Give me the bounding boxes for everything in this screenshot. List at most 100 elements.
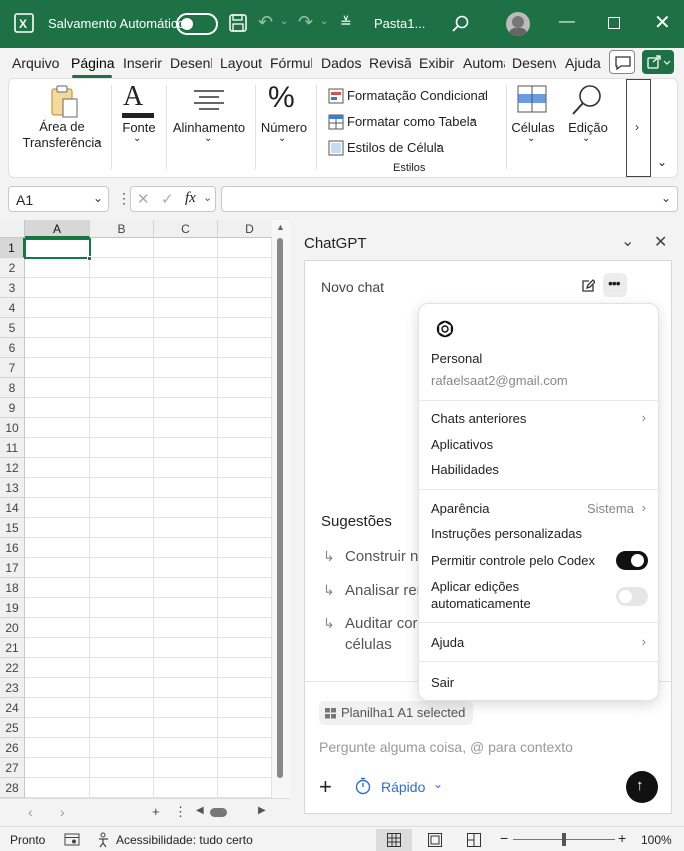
row-header[interactable]: 23: [0, 678, 25, 698]
accessibility-status[interactable]: Acessibilidade: tudo certo: [116, 833, 253, 847]
menu-item-custom-instructions[interactable]: Instruções personalizadas: [431, 526, 582, 541]
clipboard-chevron-icon[interactable]: ⌄: [95, 135, 103, 146]
suggestion-item[interactable]: Auditar cor: [345, 615, 418, 632]
mode-selector[interactable]: Rápido: [381, 779, 425, 795]
name-box[interactable]: A1 ⌄: [8, 186, 109, 212]
page-layout-icon[interactable]: [428, 833, 442, 847]
cancel-icon[interactable]: ✕: [137, 190, 150, 208]
zoom-out-icon[interactable]: −: [500, 830, 508, 846]
confirm-icon[interactable]: ✓: [161, 190, 174, 208]
row-header[interactable]: 18: [0, 578, 25, 598]
scroll-right-icon[interactable]: ▶: [258, 805, 266, 816]
comments-button[interactable]: [609, 50, 635, 74]
tab-desenvolvedor[interactable]: Desenv: [512, 55, 556, 71]
prev-sheet-icon[interactable]: ‹: [28, 804, 33, 820]
row-header[interactable]: 24: [0, 698, 25, 718]
share-button[interactable]: [642, 50, 674, 74]
worksheet-grid[interactable]: A B C D 1 2 3 4 5 6 7 8 9 10 11 12 13 14 15 16 17 18 19 20 2…: [0, 220, 290, 798]
formula-input[interactable]: ⌄: [221, 186, 678, 212]
zoom-level[interactable]: 100%: [641, 833, 672, 847]
more-options-icon[interactable]: ⋮: [117, 190, 131, 207]
mode-chevron-icon[interactable]: ⌄: [433, 777, 443, 791]
conditional-format-chevron-icon[interactable]: ⌄: [479, 87, 487, 98]
scroll-thumb[interactable]: [277, 238, 283, 778]
row-header[interactable]: 14: [0, 498, 25, 518]
add-sheet-icon[interactable]: +: [152, 804, 160, 819]
document-name[interactable]: Pasta1...: [374, 16, 425, 31]
row-header[interactable]: 25: [0, 718, 25, 738]
clipboard-label-1[interactable]: Área de: [17, 119, 107, 135]
row-header[interactable]: 21: [0, 638, 25, 658]
paste-icon[interactable]: [49, 85, 79, 119]
font-chevron-icon[interactable]: ⌄: [133, 133, 141, 144]
row-header[interactable]: 16: [0, 538, 25, 558]
row-header[interactable]: 28: [0, 778, 25, 798]
redo-icon[interactable]: ↷: [298, 12, 313, 33]
conditional-format-button[interactable]: Formatação Condicional: [347, 88, 488, 103]
cells-icon[interactable]: [517, 85, 547, 113]
number-chevron-icon[interactable]: ⌄: [278, 133, 286, 144]
fx-chevron-icon[interactable]: ⌄: [203, 191, 212, 204]
column-header[interactable]: A: [25, 220, 90, 238]
row-header[interactable]: 19: [0, 598, 25, 618]
undo-icon[interactable]: ↶: [258, 12, 273, 33]
tab-inserir[interactable]: Inserir: [123, 55, 163, 71]
row-header[interactable]: 6: [0, 338, 25, 358]
row-header[interactable]: 17: [0, 558, 25, 578]
horizontal-scroll-thumb[interactable]: [210, 808, 227, 817]
collapse-panel-icon[interactable]: ⌄: [621, 231, 634, 251]
next-sheet-icon[interactable]: ›: [60, 804, 65, 820]
scroll-up-icon[interactable]: ▲: [276, 222, 285, 232]
save-icon[interactable]: [229, 14, 247, 32]
insert-function-icon[interactable]: fx: [185, 190, 196, 207]
undo-dropdown-icon[interactable]: ⌄: [280, 16, 288, 27]
column-header[interactable]: B: [90, 220, 154, 238]
search-icon[interactable]: [452, 15, 470, 33]
chevron-down-icon[interactable]: ⌄: [93, 191, 103, 205]
tab-formulas[interactable]: Fórmul: [270, 55, 312, 71]
format-table-button[interactable]: Formatar como Tabela: [347, 114, 477, 129]
alignment-icon[interactable]: [193, 89, 225, 113]
normal-view-button[interactable]: [376, 829, 412, 851]
row-header[interactable]: 26: [0, 738, 25, 758]
row-header[interactable]: 15: [0, 518, 25, 538]
tab-exibir[interactable]: Exibir: [419, 55, 459, 71]
tab-pagina[interactable]: Página: [71, 55, 115, 71]
more-options-button[interactable]: •••: [603, 273, 627, 297]
tab-ajuda[interactable]: Ajuda: [565, 55, 605, 71]
menu-item-skills[interactable]: Habilidades: [431, 462, 499, 477]
column-header[interactable]: C: [154, 220, 218, 238]
tab-arquivo[interactable]: Arquivo: [12, 55, 64, 71]
ribbon-scroll-button[interactable]: ›: [626, 79, 651, 177]
select-all-corner[interactable]: [0, 220, 25, 238]
ribbon-collapse-icon[interactable]: ⌄: [657, 155, 667, 169]
menu-item-apps[interactable]: Aplicativos: [431, 437, 493, 452]
add-attachment-icon[interactable]: +: [319, 774, 332, 800]
row-header[interactable]: 3: [0, 278, 25, 298]
cells-chevron-icon[interactable]: ⌄: [527, 133, 535, 144]
tab-desenhar[interactable]: Desenh: [170, 55, 212, 71]
chat-input[interactable]: Pergunte alguma coisa, @ para contexto: [319, 739, 573, 755]
row-header[interactable]: 7: [0, 358, 25, 378]
row-header[interactable]: 11: [0, 438, 25, 458]
suggestion-item[interactable]: Construir n: [345, 548, 418, 565]
editing-chevron-icon[interactable]: ⌄: [582, 133, 590, 144]
cell-styles-button[interactable]: Estilos de Célula: [347, 140, 444, 155]
context-chip[interactable]: Planilha1 A1 selected: [319, 701, 473, 725]
menu-item-logout[interactable]: Sair: [431, 675, 454, 690]
scroll-left-icon[interactable]: ◀: [196, 805, 204, 816]
autosave-toggle[interactable]: [176, 13, 218, 35]
macro-record-icon[interactable]: [64, 833, 80, 846]
tab-revisao[interactable]: Revisã: [369, 55, 411, 71]
close-icon[interactable]: ✕: [654, 10, 671, 35]
expand-formula-icon[interactable]: ⌄: [661, 191, 671, 205]
tab-layout[interactable]: Layout: [220, 55, 262, 71]
auto-edit-toggle[interactable]: [616, 587, 648, 606]
font-icon[interactable]: A: [123, 81, 143, 113]
row-header[interactable]: 9: [0, 398, 25, 418]
minimize-icon[interactable]: —: [559, 13, 575, 31]
codex-control-toggle[interactable]: [616, 551, 648, 570]
row-header[interactable]: 8: [0, 378, 25, 398]
maximize-icon[interactable]: [608, 17, 620, 29]
tab-dados[interactable]: Dados: [321, 55, 363, 71]
